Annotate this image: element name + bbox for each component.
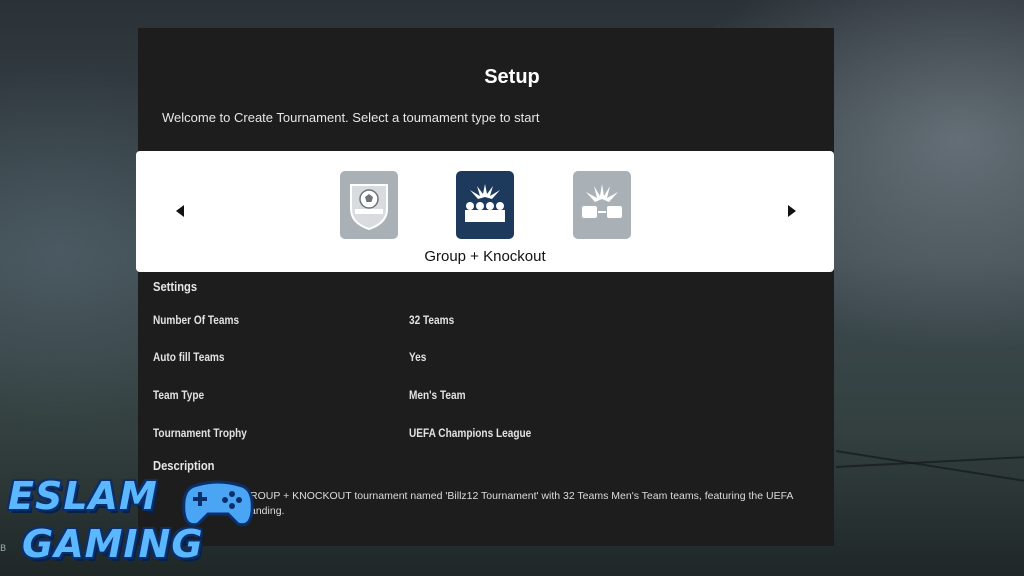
watermark-text: ESLAM — [8, 474, 158, 518]
setting-label-number-of-teams: Number Of Teams — [153, 313, 240, 327]
description-heading: Description — [153, 458, 215, 473]
gamepad-icon — [182, 480, 254, 527]
watermark-text: GAMING — [22, 522, 204, 566]
setting-value-auto-fill-teams[interactable]: Yes — [409, 350, 426, 364]
setting-label-tournament-trophy: Tournament Trophy — [153, 426, 247, 440]
selected-tournament-type-label: Group + Knockout — [424, 248, 546, 265]
setting-label-team-type: Team Type — [153, 388, 205, 402]
tournament-type-carousel: Group + Knockout — [136, 151, 834, 272]
knockout-icon — [582, 184, 622, 218]
setup-panel — [138, 28, 834, 546]
background-line — [835, 450, 1024, 484]
shield-ball-icon — [350, 184, 388, 231]
description-line: anding. — [250, 505, 285, 517]
description-text: ROUP + KNOCKOUT tournament named 'Billz1… — [250, 489, 810, 519]
tournament-type-knockout[interactable] — [573, 171, 631, 239]
setting-label-auto-fill-teams: Auto fill Teams — [153, 350, 225, 364]
carousel-prev-arrow-icon[interactable] — [176, 205, 184, 217]
setting-value-number-of-teams[interactable]: 32 Teams — [409, 313, 454, 327]
setting-value-tournament-trophy[interactable]: UEFA Champions League — [409, 426, 531, 440]
setting-value-team-type[interactable]: Men's Team — [409, 388, 466, 402]
tournament-type-group-knockout[interactable] — [456, 171, 514, 239]
settings-heading: Settings — [153, 279, 198, 294]
tournament-type-league[interactable] — [340, 171, 398, 239]
group-knockout-icon — [465, 184, 505, 222]
corner-text: B — [0, 544, 7, 554]
description-line: ROUP + KNOCKOUT tournament named 'Billz1… — [250, 490, 794, 502]
watermark-logo: ESLAM GAMING — [4, 472, 264, 572]
page-title: Setup — [484, 66, 540, 88]
page-subtitle: Welcome to Create Tournament. Select a t… — [162, 110, 540, 125]
carousel-next-arrow-icon[interactable] — [788, 205, 796, 217]
